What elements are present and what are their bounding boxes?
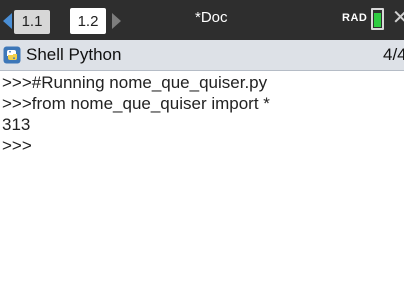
battery-icon (371, 8, 384, 30)
top-tab-bar: 1.1 1.2 *Doc RAD ✕ (0, 0, 404, 40)
shell-prompt[interactable]: >>> (0, 135, 404, 156)
app-title: Shell Python (26, 45, 122, 64)
document-title: *Doc (195, 9, 228, 26)
shell-line: >>>#Running nome_que_quiser.py (2, 73, 268, 92)
chevron-left-icon[interactable] (3, 13, 12, 29)
app-header: Shell Python 4/4 (0, 40, 404, 71)
battery-level (374, 12, 381, 27)
page-indicator: 4/4 (383, 45, 404, 64)
chevron-right-icon[interactable] (112, 13, 121, 29)
angle-mode-indicator: RAD (342, 12, 368, 24)
tab-1-1[interactable]: 1.1 (14, 10, 50, 34)
python-icon (3, 46, 21, 64)
close-icon[interactable]: ✕ (392, 6, 404, 30)
shell-output[interactable]: >>>#Running nome_que_quiser.py >>>from n… (0, 72, 404, 156)
shell-line: >>>from nome_que_quiser import * (2, 94, 270, 113)
tab-1-2[interactable]: 1.2 (70, 8, 106, 34)
shell-line: 313 (2, 115, 31, 134)
